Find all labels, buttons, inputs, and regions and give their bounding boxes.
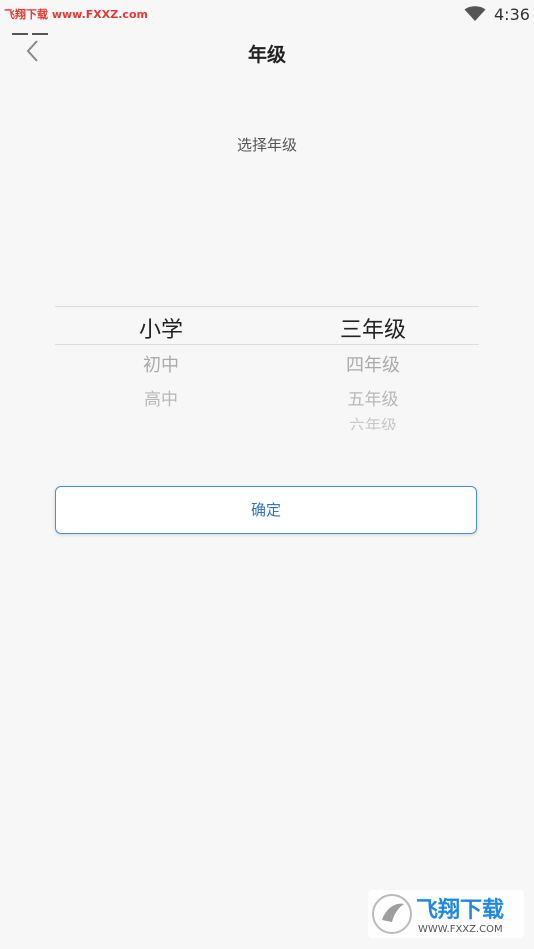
picker-stage-option[interactable]: 高中 [55, 385, 267, 410]
status-time: 4:36 [494, 5, 530, 24]
picker-subtitle: 选择年级 [236, 136, 297, 154]
status-bar: 飞翔下载 www.FXXZ.com 4:36 [0, 0, 534, 35]
wifi-icon [464, 6, 486, 21]
grade-picker[interactable]: 小学 初中 高中 三年级 四年级 五年级 六年级 [55, 306, 479, 430]
header: 年级 [0, 30, 534, 74]
confirm-button[interactable]: 确定 [55, 486, 477, 534]
picker-grade-option[interactable]: 五年级 [267, 385, 479, 410]
picker-stage-option[interactable]: 初中 [55, 351, 267, 377]
picker-column-grade[interactable]: 三年级 四年级 五年级 六年级 [267, 306, 479, 430]
picker-grade-selected[interactable]: 三年级 [267, 312, 479, 344]
page-title: 年级 [247, 44, 286, 66]
picker-grade-option[interactable]: 四年级 [267, 351, 479, 377]
picker-stage-selected[interactable]: 小学 [55, 312, 267, 344]
screen: 飞翔下载 www.FXXZ.com 4:36 年级 选择年级 小学 初中 高中 … [0, 0, 534, 949]
svg-text:WWW.FXXZ.COM: WWW.FXXZ.COM [418, 924, 503, 935]
fxxz-logo: 飞翔下载 WWW.FXXZ.COM [368, 890, 524, 938]
svg-text:飞翔下载: 飞翔下载 [416, 897, 504, 923]
picker-column-stage[interactable]: 小学 初中 高中 [55, 306, 267, 430]
picker-grade-option[interactable]: 六年级 [267, 412, 479, 430]
